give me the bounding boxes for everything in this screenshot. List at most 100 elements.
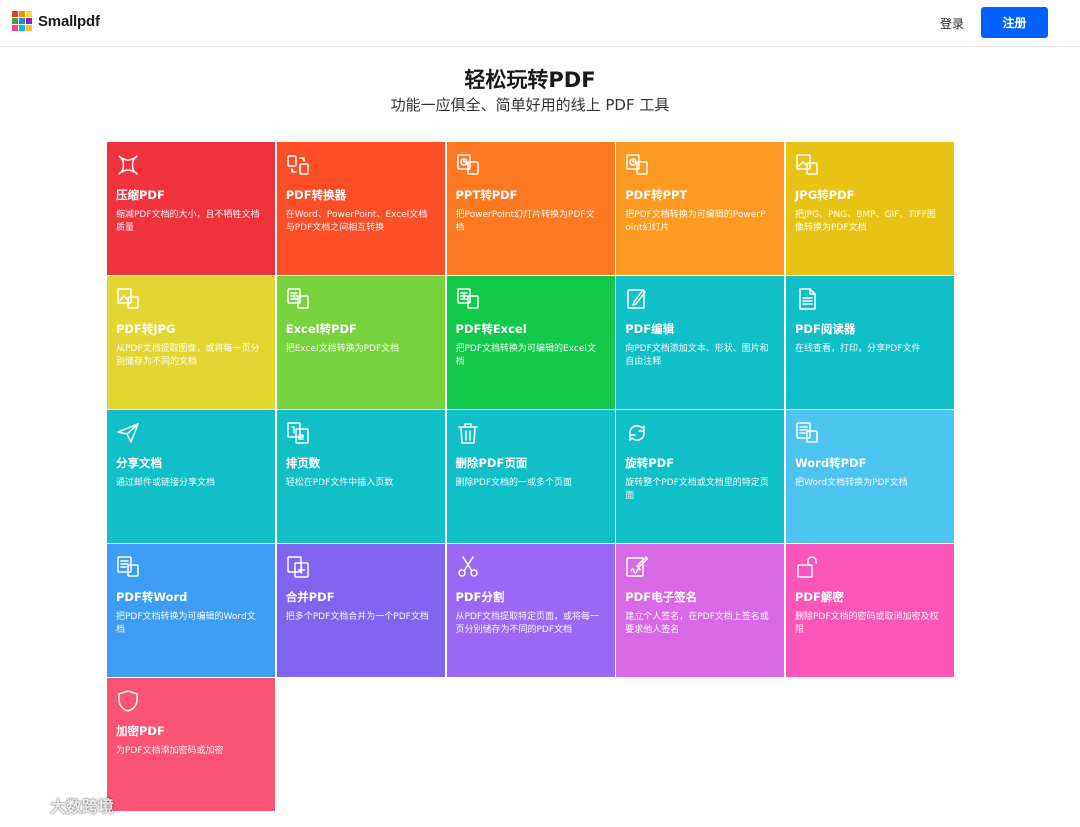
tool-title: JPG转PDF: [795, 188, 855, 202]
tool-card[interactable]: 分享文档通过邮件或链接分享文档: [107, 410, 275, 543]
tool-title: PDF分割: [455, 590, 505, 604]
rotate-icon: [625, 421, 649, 445]
compress-icon: [116, 153, 140, 177]
tool-title: Word转PDF: [795, 456, 867, 470]
image-icon: [795, 153, 819, 177]
tool-card[interactable]: 旋转PDF 旋转整个PDF文档或文档里的特定页面: [616, 410, 785, 543]
tool-description: 把PDF文档转换为可编辑的Word文档: [116, 612, 256, 635]
tool-description: 把PDF文档转换为可编辑的PowerPoint幻灯片: [625, 210, 766, 233]
image-icon: [116, 287, 140, 311]
excel-icon: [286, 287, 310, 311]
tool-title: PDF转Excel: [455, 322, 527, 336]
watermark-text: 大数跨境: [50, 797, 115, 816]
tool-title: 排页数: [285, 456, 321, 470]
tool-title: PDF编辑: [625, 322, 675, 336]
tool-card[interactable]: PDF转换器 在Word、PowerPoint、Excel文档与PDF文档之间相互…: [276, 142, 445, 275]
logo-square: [12, 25, 18, 31]
tool-description: 向PDF文档添加文本、形状、图片和自由注释: [625, 344, 769, 367]
tool-description: 建立个人签名，在PDF文档上签名或要求他人签名: [625, 612, 769, 635]
tool-card[interactable]: PDF转PPT 把PDF文档转换为可编辑的PowerPoint幻灯片: [616, 142, 785, 275]
logo-square: [12, 11, 18, 17]
tool-card[interactable]: 合并PDF 把多个PDF文档合并为一个PDF文档: [276, 544, 445, 677]
tool-description: 在线查看，打印，分享PDF文件: [795, 344, 921, 354]
tool-title: 压缩PDF: [116, 188, 165, 202]
convert-icon: [286, 153, 310, 177]
scissors-icon: [456, 555, 480, 579]
tool-title: PDF转JPG: [116, 322, 176, 336]
brand-name: Smallpdf: [38, 12, 100, 30]
tool-description: 轻松在PDF文件中插入页数: [285, 478, 394, 488]
tool-card[interactable]: PDF转JPG 从PDF文档提取图像，或将每一页分别储存为不同的文档: [107, 276, 275, 409]
tool-card[interactable]: PDF编辑向PDF文档添加文本、形状、图片和自由注释: [616, 276, 785, 409]
tool-card[interactable]: PDF电子签名建立个人签名，在PDF文档上签名或要求他人签名: [616, 544, 785, 677]
login-link[interactable]: 登录: [940, 15, 964, 32]
tool-card[interactable]: 加密PDF 为PDF文档添加密码或加密: [107, 678, 275, 811]
tool-title: 旋转PDF: [625, 456, 675, 470]
send-icon: [116, 421, 140, 445]
tool-description: 把多个PDF文档合并为一个PDF文档: [285, 612, 429, 622]
excel-icon: [456, 287, 480, 311]
trash-icon: [456, 421, 480, 445]
top-navbar: Smallpdf 登录 注册: [0, 0, 1080, 47]
tool-title: PDF转Word: [116, 590, 188, 604]
tool-card[interactable]: PDF转Word 把PDF文档转换为可编辑的Word文档: [107, 544, 275, 677]
logo-square: [19, 18, 25, 24]
logo-square: [26, 18, 32, 24]
tool-grid: 压缩PDF 缩减PDF文档的大小，且不牺牲文档质量 PDF转换器 在Word、Powe…: [107, 142, 954, 811]
page-title: 轻松玩转PDF: [464, 68, 596, 92]
tool-card[interactable]: PDF分割从PDF文档提取特定页面，或将每一页分别储存为不同的PDF文档: [446, 544, 615, 677]
tool-description: 通过邮件或链接分享文档: [116, 478, 216, 488]
tool-card[interactable]: PDF解密删除PDF文档的密码或取消加密及权限: [786, 544, 954, 677]
numbers-icon: [286, 421, 310, 445]
edit-icon: [625, 287, 649, 311]
tool-title: PDF转PPT: [625, 188, 688, 202]
word-icon: [116, 555, 140, 579]
ppt-icon: [625, 153, 649, 177]
sign-icon: [625, 555, 649, 579]
tool-card[interactable]: JPG转PDF 把JPG、PNG、BMP、GIF、TIFF图像转换为PDF文档: [786, 142, 954, 275]
tool-card[interactable]: Word转PDF 把Word文档转换为PDF文档: [786, 410, 954, 543]
tool-title: PDF阅读器: [795, 322, 856, 336]
tool-card[interactable]: PDF转Excel 把PDF文档转换为可编辑的Excel文档: [446, 276, 615, 409]
logo-square: [19, 25, 25, 31]
tool-description: 把JPG、PNG、BMP、GIF、TIFF图像转换为PDF文档: [795, 210, 936, 233]
watermark-logo-icon: [12, 797, 46, 814]
tool-title: 加密PDF: [116, 724, 165, 738]
tool-description: 删除PDF文档的密码或取消加密及权限: [795, 612, 939, 635]
tool-title: PPT转PDF: [455, 188, 518, 202]
merge-icon: [286, 555, 310, 579]
tool-title: Excel转PDF: [285, 322, 357, 336]
ppt-icon: [456, 153, 480, 177]
tool-description: 把PDF文档转换为可编辑的Excel文档: [455, 344, 596, 367]
tool-description: 为PDF文档添加密码或加密: [116, 746, 224, 756]
brand-logo[interactable]: Smallpdf: [12, 10, 100, 32]
watermark: 大数跨境: [10, 793, 114, 817]
logo-square: [26, 25, 32, 31]
tool-description: 旋转整个PDF文档或文档里的特定页面: [625, 478, 769, 501]
tool-description: 把PowerPoint幻灯片转换为PDF文档: [455, 210, 595, 233]
tool-description: 把Word文档转换为PDF文档: [795, 478, 908, 488]
tool-description: 从PDF文档提取特定页面，或将每一页分别储存为不同的PDF文档: [455, 612, 600, 635]
tool-card[interactable]: 删除PDF页面 删除PDF文档的一或多个页面: [446, 410, 615, 543]
tool-card[interactable]: PDF阅读器在线查看，打印，分享PDF文件: [786, 276, 954, 409]
tool-title: 合并PDF: [285, 590, 335, 604]
signup-button[interactable]: 注册: [981, 7, 1048, 38]
tool-card[interactable]: 压缩PDF 缩减PDF文档的大小，且不牺牲文档质量: [107, 142, 275, 275]
tool-card[interactable]: PPT转PDF 把PowerPoint幻灯片转换为PDF文档: [446, 142, 615, 275]
tool-card[interactable]: Excel转PDF 把Excel文档转换为PDF文档: [276, 276, 445, 409]
unlock-icon: [795, 555, 819, 579]
tool-title: PDF电子签名: [625, 590, 698, 604]
logo-square: [26, 11, 32, 17]
tool-card[interactable]: 排页数轻松在PDF文件中插入页数: [276, 410, 445, 543]
tool-description: 把Excel文档转换为PDF文档: [285, 344, 400, 354]
page-subtitle: 功能一应俱全、简单好用的线上 PDF 工具: [390, 96, 670, 114]
tool-title: 分享文档: [116, 456, 162, 470]
tool-description: 缩减PDF文档的大小，且不牺牲文档质量: [116, 210, 260, 233]
logo-square: [19, 11, 25, 17]
tool-title: PDF转换器: [285, 188, 347, 202]
tool-description: 从PDF文档提取图像，或将每一页分别储存为不同的文档: [116, 344, 260, 367]
word-icon: [795, 421, 819, 445]
tool-title: PDF解密: [795, 590, 844, 604]
reader-icon: [795, 287, 819, 311]
tool-title: 删除PDF页面: [455, 456, 528, 470]
